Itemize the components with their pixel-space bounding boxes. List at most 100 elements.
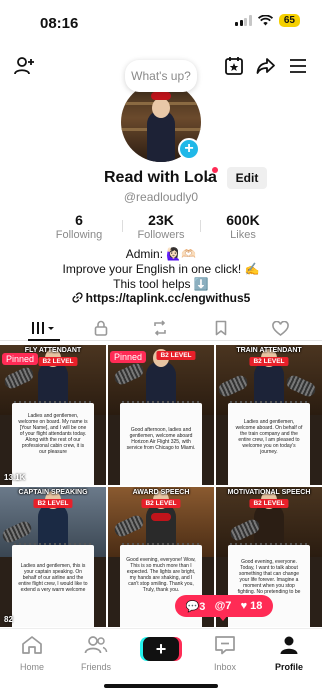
nav-label: Profile — [274, 662, 303, 672]
nav-label: Home — [19, 662, 44, 672]
chevron-down-icon[interactable]: ⌄ — [203, 170, 213, 184]
video-thumbnail[interactable]: TRAIN ATTENDANT B2 LEVEL Ladies and gent… — [216, 345, 322, 485]
activity-notification[interactable]: 💬3 @7 ♥ 18 — [175, 595, 273, 617]
lock-icon — [94, 320, 108, 336]
video-script-text: Ladies and gentlemen, this is your capta… — [18, 563, 88, 593]
level-badge: B2 LEVEL — [38, 357, 78, 366]
whats-up-bubble[interactable]: What's up? — [125, 60, 197, 92]
nav-label: Friends — [80, 662, 111, 672]
profile-name[interactable]: Read with Lola — [104, 169, 217, 187]
add-friend-icon[interactable] — [12, 54, 36, 78]
level-badge: B2 LEVEL — [249, 357, 289, 366]
video-title: TRAIN ATTENDANT — [236, 347, 302, 354]
video-script-text: Ladies and gentlemen, welcome on board. … — [18, 413, 88, 455]
like-count: ♥ 18 — [241, 600, 263, 612]
comment-count: 💬3 — [186, 600, 206, 613]
video-title: CAPTAIN SPEAKING — [18, 489, 88, 496]
grid-icon — [32, 322, 54, 334]
mention-icon: @ — [214, 600, 226, 612]
view-count: 82 — [4, 615, 13, 624]
pinned-badge: Pinned — [2, 353, 39, 365]
stat-value: 6 — [75, 212, 83, 228]
bookmark-icon — [215, 320, 227, 336]
nav-profile[interactable]: Profile — [259, 635, 319, 672]
status-icons: 65 — [235, 14, 300, 27]
friends-icon — [84, 636, 108, 654]
notification-pointer — [218, 615, 228, 621]
tab-private[interactable] — [91, 319, 111, 337]
share-icon[interactable] — [254, 54, 278, 78]
active-tab-indicator — [28, 339, 60, 341]
stat-followers[interactable]: 23K Followers — [126, 212, 196, 241]
stat-value: 23K — [148, 212, 174, 228]
create-button[interactable]: + — [143, 637, 179, 661]
mention-count-value: 7 — [225, 600, 232, 612]
video-thumbnail[interactable]: B2 LEVEL Pinned Good afternoon, ladies a… — [108, 345, 214, 485]
video-script-text: Good evening, everyone! Wow, This is so … — [126, 557, 196, 593]
nav-friends[interactable]: Friends — [66, 635, 126, 672]
heart-icon — [271, 320, 289, 336]
profile-stats: 6 Following 23K Followers 600K Likes — [0, 212, 322, 242]
profile-name-row: Read with Lola ⌄ Edit — [0, 167, 322, 189]
nav-home[interactable]: Home — [2, 635, 62, 672]
level-badge: B2 LEVEL — [156, 351, 196, 360]
level-badge: B2 LEVEL — [141, 499, 181, 508]
inbox-icon — [215, 636, 235, 655]
video-grid: FLY ATTENDANT B2 LEVEL Pinned Ladies and… — [0, 345, 322, 628]
comment-icon: 💬 — [185, 600, 200, 613]
heart-icon: ♥ — [240, 600, 248, 612]
bio-line: This tool helps ⬇️ — [113, 277, 209, 291]
video-thumbnail[interactable]: FLY ATTENDANT B2 LEVEL Pinned Ladies and… — [0, 345, 106, 485]
wifi-icon — [257, 15, 273, 26]
profile-bio: Admin: 🙋🏻‍♀️🫶🏻 Improve your English in o… — [0, 247, 322, 292]
video-script-text: Good afternoon, ladies and gentlemen, we… — [126, 427, 196, 451]
video-thumbnail[interactable]: CAPTAIN SPEAKING B2 LEVEL Ladies and gen… — [0, 487, 106, 627]
notification-dot — [212, 167, 218, 173]
profile-icon — [280, 636, 298, 654]
pinned-badge: Pinned — [110, 351, 147, 363]
edit-profile-button[interactable]: Edit — [227, 167, 267, 189]
status-bar: 08:16 65 — [0, 0, 322, 44]
stat-following[interactable]: 6 Following — [44, 212, 114, 241]
stat-label: Likes — [230, 229, 256, 241]
bio-line: Improve your English in one click! ✍️ — [62, 262, 260, 276]
nav-label: Inbox — [213, 662, 237, 672]
home-indicator — [104, 684, 218, 688]
nav-inbox[interactable]: Inbox — [195, 635, 255, 672]
bio-line: Admin: 🙋🏻‍♀️🫶🏻 — [125, 247, 197, 261]
calendar-icon[interactable] — [222, 54, 246, 78]
whats-up-text: What's up? — [131, 69, 191, 83]
battery-indicator: 65 — [278, 14, 300, 27]
stat-divider — [200, 220, 201, 232]
video-script-text: Ladies and gentlemen, welcome aboard. On… — [235, 419, 303, 455]
profile-tabs — [0, 317, 322, 341]
tab-videos[interactable] — [30, 319, 56, 337]
home-icon — [22, 636, 42, 654]
level-badge: B2 LEVEL — [249, 499, 289, 508]
link-icon — [72, 292, 83, 303]
stat-label: Following — [55, 229, 103, 241]
video-script-text: Good evening, everyone. Today, I want to… — [237, 559, 301, 595]
video-title: AWARD SPEECH — [132, 489, 190, 496]
repost-icon — [154, 320, 166, 336]
add-story-button[interactable]: + — [178, 138, 200, 160]
profile-handle: @readloudly0 — [123, 190, 199, 204]
cellular-signal-icon — [235, 15, 252, 26]
tab-liked[interactable] — [270, 319, 290, 337]
stat-label: Followers — [137, 229, 185, 241]
tab-reposts[interactable] — [150, 319, 170, 337]
like-count-value: 18 — [250, 600, 263, 612]
level-badge: B2 LEVEL — [33, 499, 73, 508]
mention-count: @7 — [215, 600, 232, 612]
stat-value: 600K — [226, 212, 260, 228]
profile-link-text: https://taplink.cc/engwithus5 — [85, 291, 251, 305]
menu-icon[interactable] — [286, 54, 310, 78]
status-time: 08:16 — [40, 15, 79, 32]
tab-favorites[interactable] — [211, 319, 231, 337]
stat-likes[interactable]: 600K Likes — [208, 212, 278, 241]
view-count: 13.1K — [4, 473, 26, 482]
stat-divider — [122, 220, 123, 232]
video-title: MOTIVATIONAL SPEECH — [227, 489, 311, 496]
profile-link[interactable]: https://taplink.cc/engwithus5 — [0, 291, 322, 305]
comment-count-value: 3 — [199, 600, 206, 613]
